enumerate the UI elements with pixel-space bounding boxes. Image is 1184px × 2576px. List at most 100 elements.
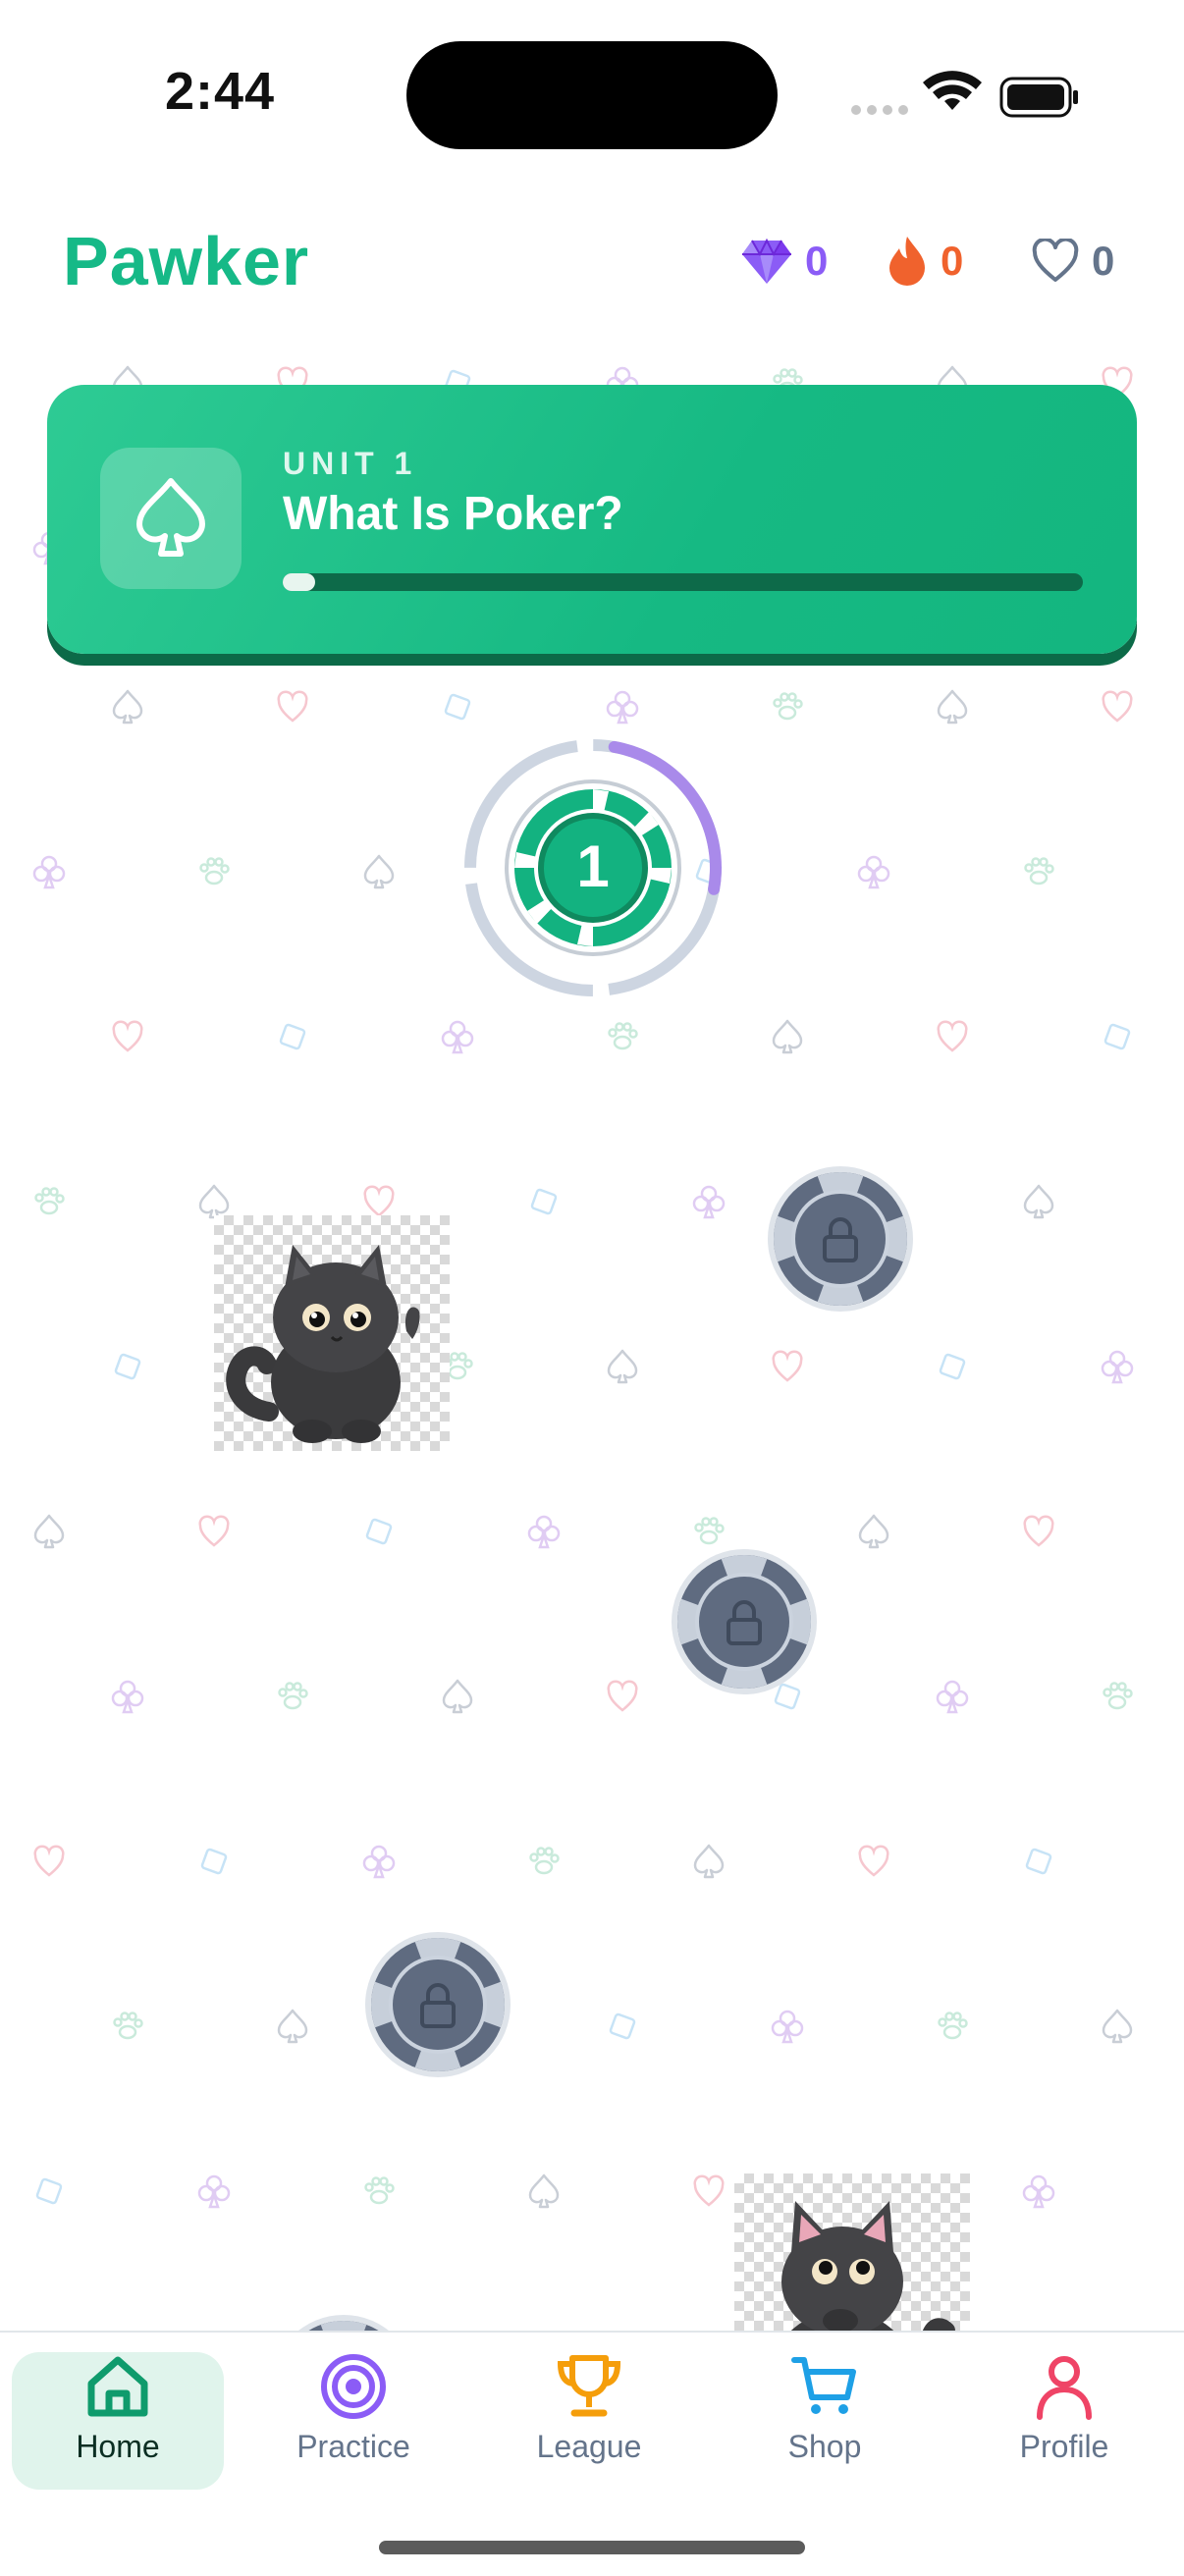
unit-card[interactable]: UNIT 1 What Is Poker? <box>47 385 1137 654</box>
diamond-pattern-icon <box>1103 1023 1131 1050</box>
diamond-pattern-icon <box>365 1518 393 1545</box>
heart-pattern-icon <box>772 1350 803 1382</box>
spade-pattern-icon <box>528 2174 560 2209</box>
home-indicator <box>379 2541 805 2554</box>
paw-pattern-icon <box>1024 857 1054 886</box>
tab-label-shop: Shop <box>787 2429 862 2464</box>
paw-pattern-icon <box>608 1022 638 1050</box>
hearts-counter[interactable]: 0 <box>1031 232 1114 291</box>
heart-pattern-icon <box>607 1680 638 1712</box>
spade-pattern-icon <box>33 1514 65 1549</box>
tab-practice[interactable]: Practice <box>247 2352 459 2490</box>
tab-label-league: League <box>536 2429 642 2464</box>
streak-counter[interactable]: 0 <box>886 232 963 291</box>
tab-shop[interactable]: Shop <box>719 2352 931 2490</box>
heart-pattern-icon <box>112 1020 143 1052</box>
cat-mascot <box>214 1215 450 1451</box>
tab-home[interactable]: Home <box>12 2352 224 2490</box>
heart-pattern-icon <box>198 1515 230 1547</box>
gems-count: 0 <box>805 238 829 284</box>
club-pattern-icon <box>362 1845 396 1879</box>
status-time: 2:44 <box>165 62 276 121</box>
lesson-node-locked[interactable] <box>764 1162 917 1315</box>
cat-illustration <box>781 2201 955 2331</box>
unit-progress-bar <box>283 573 1083 591</box>
club-pattern-icon <box>197 2174 231 2209</box>
gems-counter[interactable]: 0 <box>740 232 828 291</box>
paw-pattern-icon <box>529 1847 560 1875</box>
tab-bar: Home Practice League Shop Profile <box>0 2331 1184 2576</box>
spade-pattern-icon <box>442 1679 473 1714</box>
club-pattern-icon <box>692 1185 726 1219</box>
club-pattern-icon <box>32 855 66 889</box>
cat-mascot <box>734 2174 970 2331</box>
club-pattern-icon <box>606 690 639 724</box>
tab-label-profile: Profile <box>1019 2429 1109 2464</box>
flame-icon <box>889 237 925 286</box>
heart-pattern-icon <box>937 1020 968 1052</box>
spade-pattern-icon <box>112 689 143 724</box>
lesson-node-locked[interactable] <box>267 2311 420 2331</box>
unit-icon-box <box>100 448 242 589</box>
heart-pattern-icon <box>1102 690 1133 723</box>
spade-pattern-icon <box>1102 2009 1133 2044</box>
unit-label: UNIT 1 <box>283 446 418 481</box>
spade-icon <box>136 478 205 557</box>
diamond-pattern-icon <box>279 1023 306 1050</box>
spade-pattern-icon <box>277 2009 308 2044</box>
heart-pattern-icon <box>858 1845 889 1877</box>
diamond-pattern-icon <box>114 1353 141 1380</box>
heart-pattern-icon <box>277 690 308 723</box>
lesson-node-locked[interactable] <box>361 1928 514 2081</box>
streak-count: 0 <box>941 238 964 284</box>
club-pattern-icon <box>1101 1350 1134 1384</box>
heart-pattern-icon <box>693 2174 725 2207</box>
lesson-node-current[interactable]: 1 <box>459 734 727 1001</box>
tab-league[interactable]: League <box>483 2352 695 2490</box>
diamond-pattern-icon <box>35 2177 63 2205</box>
club-pattern-icon <box>771 2010 804 2044</box>
paw-pattern-icon <box>1103 1682 1133 1710</box>
user-icon <box>1037 2356 1092 2420</box>
paw-pattern-icon <box>199 857 230 886</box>
tab-label-practice: Practice <box>296 2429 410 2464</box>
dynamic-island <box>406 41 778 149</box>
spade-pattern-icon <box>937 689 968 724</box>
unit-title: What Is Poker? <box>283 488 623 540</box>
spade-pattern-icon <box>363 854 395 889</box>
paw-pattern-icon <box>364 2176 395 2205</box>
spade-pattern-icon <box>858 1514 889 1549</box>
hearts-count: 0 <box>1092 238 1115 284</box>
club-pattern-icon <box>857 855 890 889</box>
spade-pattern-icon <box>772 1019 803 1054</box>
heart-icon <box>1032 239 1079 282</box>
diamond-pattern-icon <box>609 2012 636 2040</box>
heart-pattern-icon <box>1023 1515 1054 1547</box>
diamond-pattern-icon <box>200 1848 228 1875</box>
paw-pattern-icon <box>278 1682 308 1710</box>
club-pattern-icon <box>527 1515 561 1549</box>
diamond-pattern-icon <box>939 1353 966 1380</box>
target-icon <box>321 2354 386 2419</box>
club-pattern-icon <box>936 1680 969 1714</box>
battery-icon <box>999 77 1078 118</box>
status-icons <box>846 71 1082 126</box>
heart-pattern-icon <box>33 1845 65 1877</box>
paw-pattern-icon <box>938 2012 968 2040</box>
signal-icon <box>851 105 908 115</box>
club-pattern-icon <box>441 1020 474 1054</box>
diamond-pattern-icon <box>530 1188 558 1215</box>
gem-icon <box>742 238 791 284</box>
app-logo: Pawker <box>63 223 310 299</box>
paw-pattern-icon <box>34 1187 65 1215</box>
club-pattern-icon <box>1022 2174 1055 2209</box>
paw-pattern-icon <box>113 2012 143 2040</box>
cat-illustration <box>226 1245 420 1443</box>
tab-profile[interactable]: Profile <box>958 2352 1170 2490</box>
lesson-number: 1 <box>576 833 610 899</box>
spade-pattern-icon <box>1023 1184 1054 1219</box>
home-icon <box>87 2356 148 2417</box>
spade-pattern-icon <box>693 1844 725 1879</box>
lesson-node-locked[interactable] <box>668 1545 821 1698</box>
diamond-pattern-icon <box>1025 1848 1052 1875</box>
